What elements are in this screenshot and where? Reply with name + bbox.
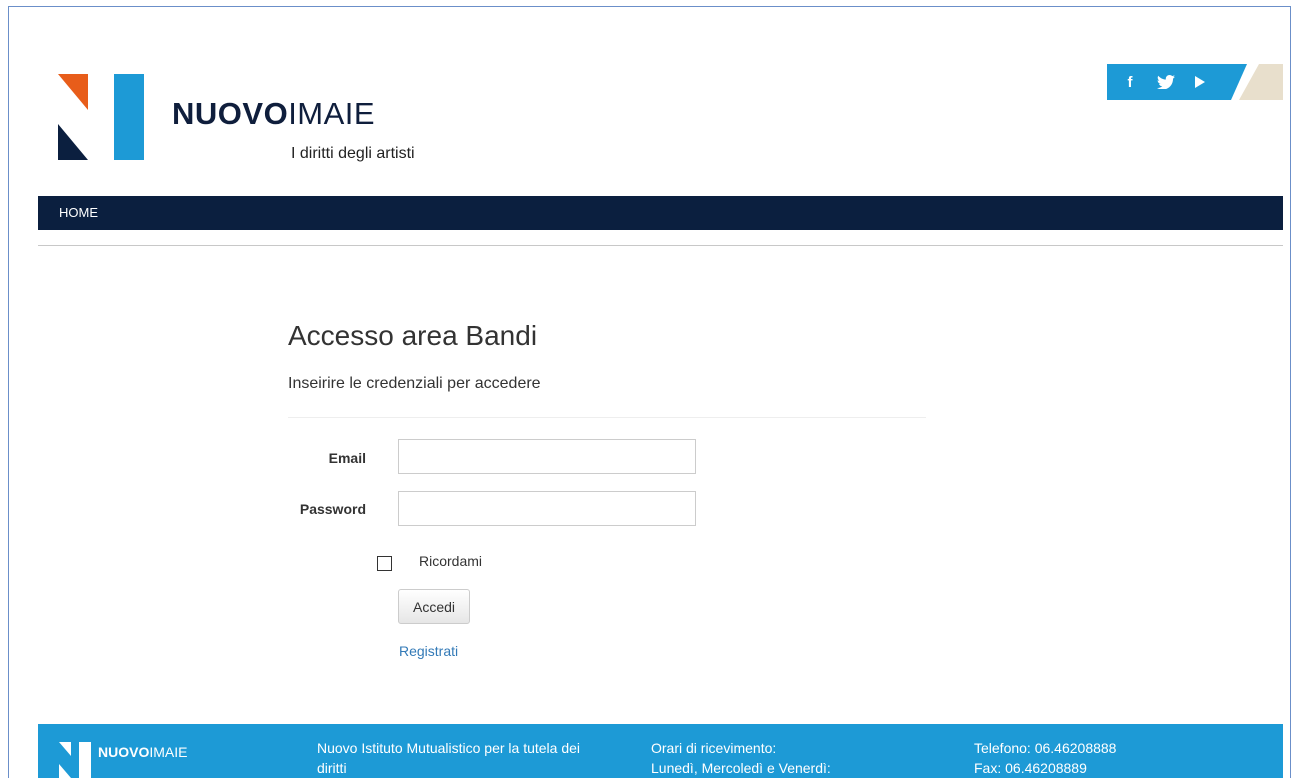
password-field[interactable] [398, 491, 696, 526]
nuovoimaie-logo [58, 74, 144, 160]
email-label: Email [328, 450, 366, 466]
remember-me-checkbox[interactable] [377, 556, 392, 571]
footer: NUOVOIMAIE Nuovo Istituto Mutualistico p… [38, 724, 1283, 778]
footer-description-line: Nuovo Istituto Mutualistico per la tutel… [317, 740, 581, 756]
password-label: Password [299, 501, 366, 517]
footer-logo-icon [59, 742, 91, 778]
nav-item-home[interactable]: HOME [59, 205, 98, 220]
youtube-play-icon[interactable] [1187, 64, 1213, 100]
twitter-bird-icon [1157, 75, 1175, 89]
footer-phone: Telefono: 06.46208888 [974, 740, 1117, 756]
header-divider [38, 245, 1283, 246]
footer-description: Nuovo Istituto Mutualistico per la tutel… [317, 738, 580, 778]
social-bar: f [1107, 64, 1283, 100]
brand-name-light: IMAIE [288, 96, 376, 131]
footer-hours-line: Orari di ricevimento: [651, 740, 777, 756]
footer-description-line: diritti [317, 760, 347, 776]
footer-brand-bold: NUOVO [98, 744, 150, 760]
brand-name: NUOVOIMAIE [172, 96, 375, 132]
brand-tagline: I diritti degli artisti [291, 145, 415, 162]
form-divider [288, 417, 926, 418]
brand-name-bold: NUOVO [172, 96, 289, 131]
register-link[interactable]: Registrati [399, 643, 458, 659]
main-navbar: HOME [38, 196, 1283, 230]
remember-me-label: Ricordami [419, 553, 483, 569]
footer-hours-line: Lunedì, Mercoledì e Venerdì: [651, 760, 831, 776]
footer-brand: NUOVOIMAIE [98, 744, 187, 760]
play-icon [1195, 76, 1205, 88]
page-title: Accesso area Bandi [288, 320, 538, 351]
login-button[interactable]: Accedi [398, 589, 470, 624]
page-subtitle: Inseirire le credenziali per accedere [288, 375, 541, 392]
footer-fax: Fax: 06.46208889 [974, 760, 1087, 776]
footer-contacts: Telefono: 06.46208888 Fax: 06.46208889 [974, 738, 1116, 778]
footer-hours: Orari di ricevimento: Lunedì, Mercoledì … [651, 738, 831, 778]
twitter-icon[interactable] [1153, 64, 1179, 100]
footer-brand-light: IMAIE [149, 744, 188, 760]
facebook-icon[interactable]: f [1117, 64, 1143, 100]
email-field[interactable] [398, 439, 696, 474]
